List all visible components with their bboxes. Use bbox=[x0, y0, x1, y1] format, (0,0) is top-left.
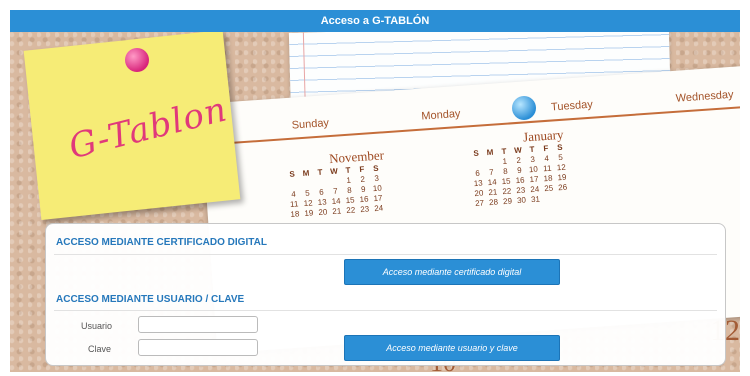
calendar-weekday-initial: S bbox=[556, 142, 563, 153]
calendar-day: 25 bbox=[543, 183, 554, 194]
calendar-day: 11 bbox=[542, 163, 552, 174]
window-title-bar: Acceso a G-TABLÓN bbox=[10, 10, 740, 32]
username-input[interactable] bbox=[138, 316, 258, 333]
calendar-day: 6 bbox=[318, 187, 324, 197]
calendar-day: 12 bbox=[556, 162, 567, 173]
weekday-label: Monday bbox=[420, 107, 461, 123]
cert-section-title: ACCESO MEDIANTE CERTIFICADO DIGITAL bbox=[56, 237, 267, 248]
pushpin-icon bbox=[512, 96, 536, 120]
calendar-day: 6 bbox=[474, 168, 481, 178]
calendar-day bbox=[542, 193, 557, 203]
month-grid: S M T W T F S 1 2 3 4 5 6 7 8 9 10 11 12 13 14 15 16 17 18 19 20 21… bbox=[285, 163, 386, 219]
calendar-weekday-initial: S bbox=[473, 148, 480, 159]
calendar-day: 9 bbox=[516, 165, 522, 176]
calendar-day: 24 bbox=[530, 184, 540, 195]
calendar-day: 19 bbox=[304, 208, 314, 218]
calendar-day bbox=[327, 176, 342, 186]
username-label: Usuario bbox=[81, 321, 113, 331]
calendar-weekday-initial: T bbox=[345, 165, 351, 175]
login-panel: ACCESO MEDIANTE CERTIFICADO DIGITAL Acce… bbox=[45, 223, 726, 366]
password-label: Clave bbox=[88, 344, 112, 354]
calendar-day bbox=[299, 178, 314, 188]
calendar-day: 18 bbox=[290, 209, 300, 219]
calendar-day: 15 bbox=[345, 195, 355, 206]
month-grid: S M T W T F S 1 2 3 4 5 6 7 8 9 10 11 12 13 14 15 16 17 18 19 20 21… bbox=[469, 143, 571, 209]
calendar-day bbox=[313, 177, 328, 187]
calendar-day: 18 bbox=[543, 173, 553, 184]
calendar-day: 1 bbox=[346, 175, 352, 185]
calendar-day: 22 bbox=[502, 186, 512, 197]
calendar-day: 31 bbox=[530, 194, 541, 205]
weekday-label: Sunday bbox=[291, 117, 330, 132]
calendar-day: 8 bbox=[346, 185, 352, 195]
calendar-day: 4 bbox=[290, 189, 297, 199]
weekday-label: Wednesday bbox=[675, 88, 734, 105]
calendar-day bbox=[483, 157, 498, 167]
calendar-day: 23 bbox=[516, 185, 526, 196]
user-section-title: ACCESO MEDIANTE USUARIO / CLAVE bbox=[56, 294, 245, 305]
calendar-day: 17 bbox=[373, 193, 383, 204]
calendar-day: 17 bbox=[529, 174, 539, 185]
calendar-day bbox=[286, 179, 301, 189]
calendar-day: 20 bbox=[474, 188, 484, 199]
calendar-day: 13 bbox=[473, 178, 483, 189]
calendar-day: 19 bbox=[557, 172, 567, 183]
calendar-weekday-initial: F bbox=[543, 143, 549, 154]
calendar-day: 9 bbox=[360, 184, 366, 194]
calendar-day: 21 bbox=[488, 187, 498, 198]
calendar-weekday-initial: M bbox=[302, 168, 310, 178]
calendar-weekday-initial: F bbox=[359, 164, 365, 175]
calendar-weekday-initial: W bbox=[513, 145, 523, 156]
window-title: Acceso a G-TABLÓN bbox=[320, 15, 430, 27]
calendar-day: 7 bbox=[488, 167, 495, 177]
calendar-day: 1 bbox=[502, 156, 508, 167]
calendar-day: 11 bbox=[289, 199, 299, 209]
calendar-weekday-initial: M bbox=[486, 147, 494, 158]
calendar-weekday-initial: T bbox=[501, 146, 507, 157]
calendar-weekday-initial: T bbox=[529, 144, 535, 155]
calendar-day: 29 bbox=[502, 196, 513, 207]
sticky-note-logo: G-Tablon bbox=[64, 89, 232, 168]
calendar-day: 21 bbox=[332, 206, 342, 217]
calendar-day: 10 bbox=[372, 183, 383, 194]
calendar-day: 30 bbox=[516, 195, 527, 206]
calendar-day: 5 bbox=[304, 188, 311, 198]
calendar-day bbox=[556, 192, 571, 202]
calendar-day: 20 bbox=[318, 207, 328, 217]
calendar-day: 24 bbox=[373, 203, 384, 214]
calendar-day: 26 bbox=[557, 182, 568, 193]
calendar-day: 3 bbox=[374, 173, 380, 184]
calendar-day: 3 bbox=[530, 154, 536, 165]
calendar-day: 14 bbox=[331, 196, 341, 207]
calendar-day: 13 bbox=[317, 197, 327, 208]
calendar-day: 14 bbox=[487, 177, 497, 188]
weekday-label: Tuesday bbox=[550, 98, 594, 114]
calendar-day: 5 bbox=[558, 152, 564, 163]
calendar-day: 28 bbox=[488, 197, 499, 208]
calendar-day: 8 bbox=[502, 166, 508, 177]
calendar-day: 2 bbox=[516, 155, 522, 166]
calendar-day: 16 bbox=[515, 175, 525, 186]
calendar-day: 2 bbox=[360, 174, 366, 184]
calendar-day: 7 bbox=[332, 186, 338, 196]
calendar-weekday-initial: W bbox=[329, 166, 339, 177]
section-divider bbox=[54, 254, 717, 255]
cert-login-button[interactable]: Acceso mediante certificado digital bbox=[344, 259, 560, 285]
calendar-day: 15 bbox=[501, 176, 511, 187]
calendar-day: 10 bbox=[528, 164, 539, 175]
calendar-weekday-initial: S bbox=[289, 169, 296, 179]
calendar-weekday-initial: S bbox=[372, 163, 379, 174]
calendar-day: 22 bbox=[346, 205, 356, 216]
pushpin-icon bbox=[125, 48, 149, 72]
calendar-day: 12 bbox=[303, 198, 313, 208]
user-login-button[interactable]: Acceso mediante usuario y clave bbox=[344, 335, 560, 361]
calendar-day: 23 bbox=[359, 204, 370, 215]
calendar-weekday-initial: T bbox=[317, 167, 323, 177]
calendar-day: 4 bbox=[544, 153, 550, 164]
password-input[interactable] bbox=[138, 339, 258, 356]
calendar-day: 16 bbox=[359, 194, 369, 205]
calendar-day bbox=[470, 158, 485, 168]
section-divider bbox=[54, 310, 717, 311]
calendar-day: 27 bbox=[474, 198, 485, 209]
